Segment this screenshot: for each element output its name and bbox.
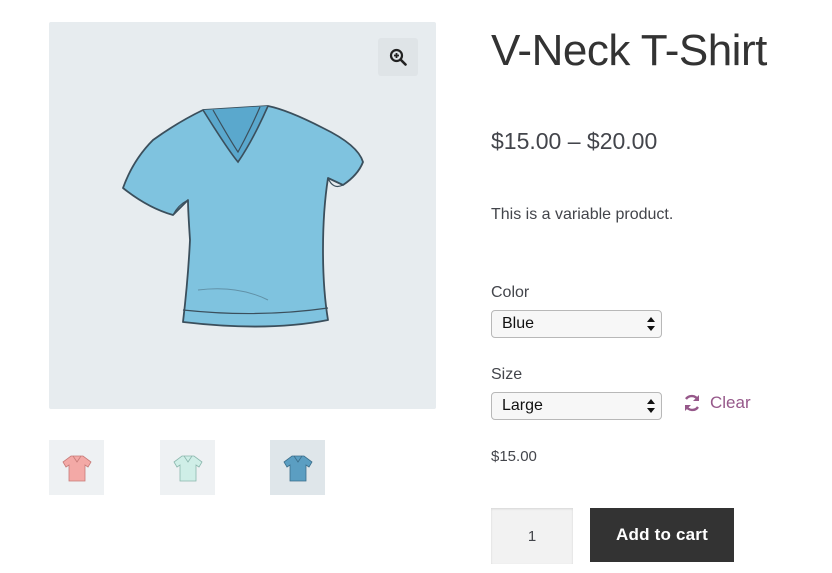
price-range: $15.00 – $20.00 xyxy=(491,128,658,154)
mint-shirt-thumbnail-icon xyxy=(172,455,203,481)
thumbnail-mint-shirt[interactable] xyxy=(160,440,215,495)
size-select-value: Large xyxy=(502,397,543,414)
zoom-button[interactable] xyxy=(378,38,418,76)
variation-price: $15.00 xyxy=(491,448,537,465)
add-to-cart-button[interactable]: Add to cart xyxy=(590,508,734,562)
product-title: V-Neck T-Shirt xyxy=(491,26,767,75)
pink-shirt-thumbnail-icon xyxy=(61,455,92,481)
thumbnail-pink-shirt[interactable] xyxy=(49,440,104,495)
blue-shirt-thumbnail-icon xyxy=(282,455,313,481)
size-label: Size xyxy=(491,366,523,383)
product-description: This is a variable product. xyxy=(491,206,674,223)
t-shirt-image xyxy=(122,105,364,328)
zoom-in-icon xyxy=(389,48,407,66)
quantity-value: 1 xyxy=(527,527,537,545)
quantity-input[interactable]: 1 xyxy=(491,508,573,564)
color-select[interactable]: Blue xyxy=(491,310,662,338)
select-arrows-icon xyxy=(647,399,655,413)
color-select-value: Blue xyxy=(502,315,535,332)
thumbnail-blue-shirt[interactable] xyxy=(270,440,325,495)
select-arrows-icon xyxy=(647,317,655,331)
clear-variations-link[interactable]: Clear xyxy=(682,393,751,413)
color-label: Color xyxy=(491,284,530,301)
size-select[interactable]: Large xyxy=(491,392,662,420)
refresh-icon xyxy=(684,394,700,412)
clear-label: Clear xyxy=(710,393,751,412)
